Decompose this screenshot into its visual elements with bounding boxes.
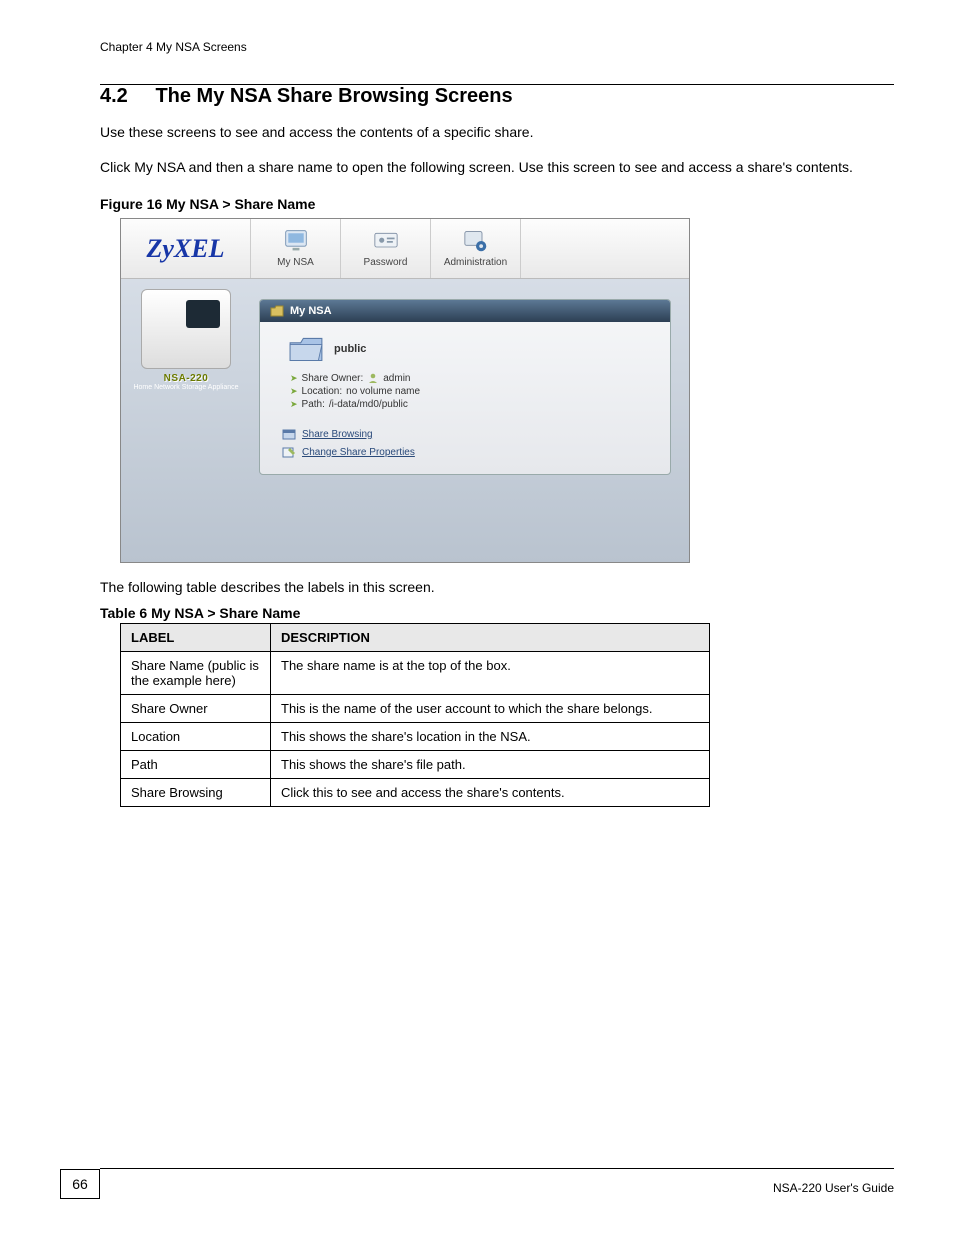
browse-icon [282, 428, 296, 440]
cell-label: Location [121, 723, 271, 751]
share-browsing-link[interactable]: Share Browsing [282, 428, 652, 440]
panel-title-bar: My NSA [260, 300, 670, 322]
properties-icon [282, 446, 296, 458]
screenshot-frame: ZyXEL My NSA [120, 218, 690, 563]
chapter-header: Chapter 4 My NSA Screens [100, 40, 894, 54]
monitor-icon [282, 229, 310, 253]
cell-label: Share Owner [121, 695, 271, 723]
path-value: /i-data/md0/public [329, 399, 408, 410]
page-number: 66 [60, 1169, 100, 1199]
cell-desc: This shows the share's file path. [271, 751, 710, 779]
tab-my-nsa[interactable]: My NSA [251, 219, 341, 278]
table-row: Share Owner This is the name of the user… [121, 695, 710, 723]
cell-desc: This is the name of the user account to … [271, 695, 710, 723]
user-icon [367, 372, 379, 384]
tab-my-nsa-label: My NSA [277, 257, 314, 268]
content-panel: My NSA public ➤ Share Owner: [259, 299, 671, 475]
figure-caption: Figure 16 My NSA > Share Name [100, 196, 894, 212]
table-row: Location This shows the share's location… [121, 723, 710, 751]
section-intro-1: Use these screens to see and access the … [100, 122, 894, 143]
admin-gear-icon [462, 229, 490, 253]
tab-administration-label: Administration [444, 257, 507, 268]
panel-title: My NSA [290, 305, 332, 317]
footer-guide: NSA-220 User's Guide [60, 1179, 894, 1195]
rule-bottom [100, 1168, 894, 1169]
location-label: Location: [302, 386, 343, 397]
change-share-properties-label: Change Share Properties [302, 447, 415, 458]
id-card-icon [372, 229, 400, 253]
col-label-header: LABEL [121, 624, 271, 652]
tab-administration[interactable]: Administration [431, 219, 521, 278]
app-topbar: ZyXEL My NSA [121, 219, 689, 279]
share-name-label: public [334, 343, 366, 355]
device-image [141, 289, 231, 369]
path-label: Path: [302, 399, 325, 410]
cell-label: Share Name (public is the example here) [121, 652, 271, 695]
bullet-icon: ➤ [290, 399, 298, 410]
cell-desc: The share name is at the top of the box. [271, 652, 710, 695]
cell-desc: Click this to see and access the share's… [271, 779, 710, 807]
table-row: Share Name (public is the example here) … [121, 652, 710, 695]
share-browsing-label: Share Browsing [302, 429, 373, 440]
table-intro: The following table describes the labels… [100, 579, 894, 595]
cell-desc: This shows the share's location in the N… [271, 723, 710, 751]
section-intro-2: Click My NSA and then a share name to op… [100, 157, 894, 178]
device-model: NSA-220 [164, 373, 209, 384]
share-owner-value: admin [383, 373, 410, 384]
location-value: no volume name [346, 386, 420, 397]
table-row: Path This shows the share's file path. [121, 751, 710, 779]
tab-password-label: Password [364, 257, 408, 268]
bullet-icon: ➤ [290, 373, 298, 384]
cell-label: Share Browsing [121, 779, 271, 807]
section-title: The My NSA Share Browsing Screens [155, 85, 512, 107]
sidebar: NSA-220 Home Network Storage Appliance [121, 279, 251, 562]
folder-icon [270, 305, 284, 317]
section-number: 4.2 [100, 85, 128, 107]
brand-logo: ZyXEL [121, 219, 251, 278]
table-row: Share Browsing Click this to see and acc… [121, 779, 710, 807]
share-folder-icon [288, 334, 324, 364]
table-caption: Table 6 My NSA > Share Name [100, 605, 894, 621]
share-owner-label: Share Owner: [302, 373, 364, 384]
device-tagline: Home Network Storage Appliance [133, 384, 238, 392]
change-share-properties-link[interactable]: Change Share Properties [282, 446, 652, 458]
col-desc-header: DESCRIPTION [271, 624, 710, 652]
cell-label: Path [121, 751, 271, 779]
tab-password[interactable]: Password [341, 219, 431, 278]
labels-table: LABEL DESCRIPTION Share Name (public is … [120, 623, 710, 807]
bullet-icon: ➤ [290, 386, 298, 397]
